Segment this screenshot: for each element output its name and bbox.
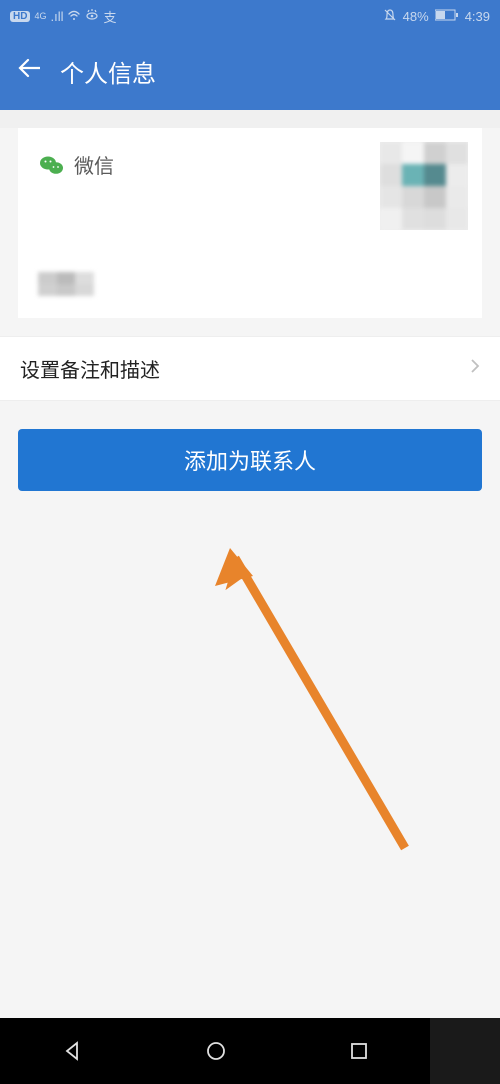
wifi-icon: [67, 9, 81, 24]
remark-label: 设置备注和描述: [20, 354, 160, 383]
nav-recent-icon[interactable]: [349, 1041, 369, 1061]
battery-icon: [435, 9, 459, 24]
chevron-right-icon: [470, 358, 480, 379]
status-left: HD 4G .ıll 支: [10, 7, 116, 26]
time: 4:39: [465, 9, 490, 24]
hd-badge: HD: [10, 11, 30, 22]
eye-icon: [85, 9, 99, 24]
profile-card: 微信: [18, 128, 482, 318]
add-contact-label: 添加为联系人: [184, 444, 316, 476]
wechat-icon: [40, 155, 64, 175]
status-bar: HD 4G .ıll 支 48% 4:39: [0, 0, 500, 32]
alipay-icon: 支: [103, 7, 116, 26]
back-arrow-icon[interactable]: [18, 57, 40, 85]
add-contact-button[interactable]: 添加为联系人: [18, 429, 482, 491]
annotation-arrow-icon: [215, 528, 415, 858]
network-indicator: 4G: [34, 11, 46, 21]
system-nav-bar: [0, 1018, 430, 1084]
content-area: 微信 设置备注和描述 添加为联系人: [0, 128, 500, 1036]
battery-pct: 48%: [403, 9, 429, 24]
contact-name-blurred: [38, 272, 94, 296]
mute-icon: [383, 8, 397, 25]
page-title: 个人信息: [60, 54, 156, 89]
remark-row[interactable]: 设置备注和描述: [0, 336, 500, 401]
nav-back-icon[interactable]: [61, 1040, 83, 1062]
app-header: 个人信息: [0, 32, 500, 110]
signal-icon: .ıll: [50, 9, 63, 24]
nav-remainder: [430, 1018, 500, 1084]
nav-home-icon[interactable]: [205, 1040, 227, 1062]
avatar[interactable]: [380, 142, 468, 230]
status-right: 48% 4:39: [383, 8, 490, 25]
source-label: 微信: [74, 150, 114, 179]
